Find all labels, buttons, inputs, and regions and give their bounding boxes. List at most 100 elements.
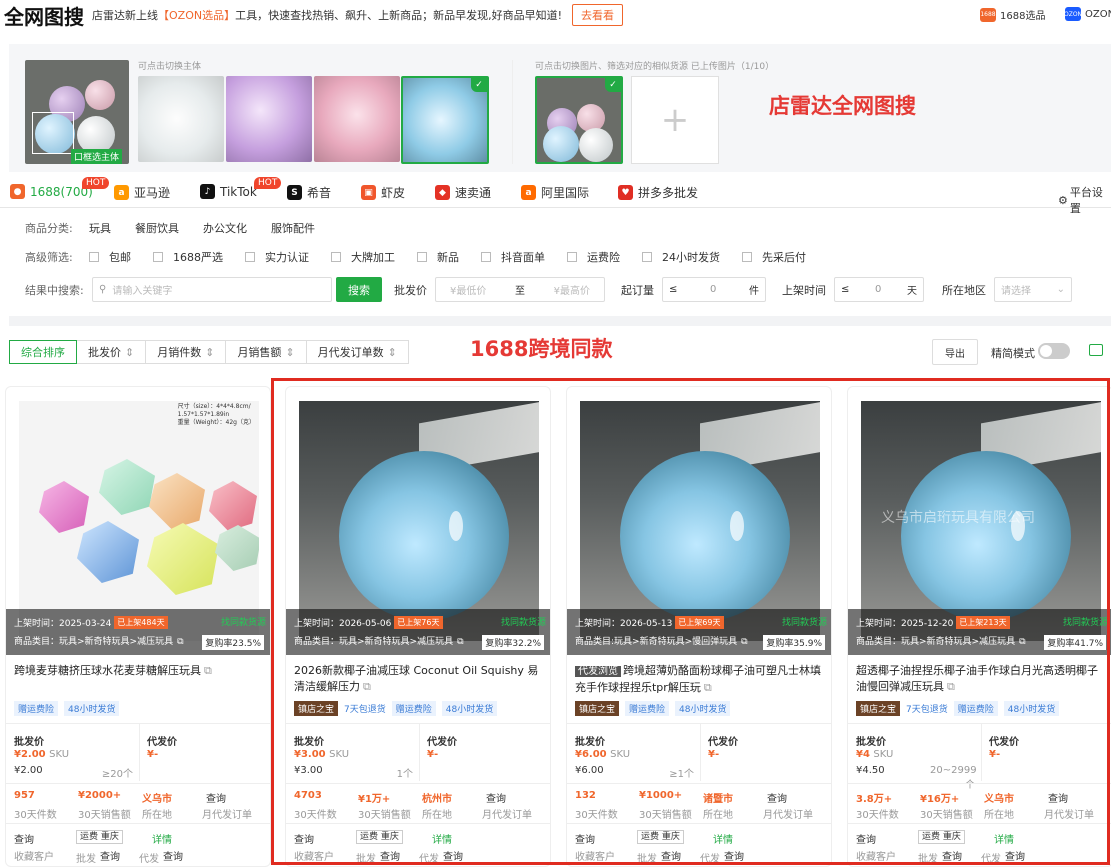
subject-option-3[interactable] [314, 76, 400, 162]
category-kitchen[interactable]: 餐厨饮具 [135, 220, 179, 236]
go-see-button[interactable]: 去看看 [572, 4, 623, 26]
search-button[interactable]: 搜索 [336, 277, 382, 302]
list-op: ≤ [841, 284, 850, 295]
price-to: 至 [515, 286, 525, 297]
moq-value[interactable]: 0 [710, 284, 716, 295]
sort-label: 批发价 [88, 346, 121, 359]
price-range-input[interactable]: ¥最低价 至 ¥最高价 [435, 277, 605, 302]
divider [6, 823, 270, 824]
tab-shein[interactable]: S 希音 [287, 184, 331, 201]
query-button[interactable]: 查询 [100, 848, 120, 863]
checkbox[interactable] [642, 252, 652, 262]
query-button[interactable]: 查询 [163, 848, 183, 863]
sort-dropship-orders[interactable]: 月代发订单数 ⇕ [305, 340, 409, 364]
simple-mode-toggle[interactable] [1038, 343, 1070, 359]
filter-new[interactable]: 新品 [417, 249, 459, 265]
ext-1688-link[interactable]: 1688 1688选品 [980, 7, 1045, 22]
chk-label: 包邮 [109, 251, 131, 264]
price-min[interactable]: ¥最低价 [450, 282, 486, 297]
sort-monthly-sales[interactable]: 月销售额 ⇕ [225, 340, 307, 364]
category-accessories[interactable]: 服饰配件 [271, 220, 315, 236]
filter-24h[interactable]: 24小时发货 [642, 249, 720, 265]
subject-option-4-selected[interactable]: ✓ [401, 76, 489, 164]
sort-arrows-icon: ⇕ [205, 345, 215, 359]
chk-label: 实力认证 [265, 251, 309, 264]
sort-monthly-units[interactable]: 月销件数 ⇕ [145, 340, 227, 364]
product-card[interactable]: 尺寸（size）：4*4*4.8cm/1.57*1.57*1.89in 重量（We… [5, 386, 271, 867]
plus-icon: + [660, 100, 690, 140]
amazon-icon: a [114, 185, 129, 200]
checkbox[interactable] [567, 252, 577, 262]
find-same-link[interactable]: 找同款货源 [221, 615, 266, 628]
product-overlay: 上架时间：2025-03-24 已上架484天 找同款货源 商品类目：玩具>新奇特… [6, 609, 270, 655]
shipping-region-input[interactable]: 运费 重庆 [76, 830, 123, 844]
repurchase-rate: 复购率23.5% [202, 635, 264, 650]
age-badge: 已上架484天 [114, 616, 168, 629]
category-office[interactable]: 办公文化 [203, 220, 247, 236]
sort-price[interactable]: 批发价 ⇕ [76, 340, 147, 364]
platform-settings-button[interactable]: ⚙ 平台设置 [1058, 184, 1111, 216]
export-button[interactable]: 导出 [932, 339, 978, 365]
selector-title: 店雷达全网图搜 [769, 94, 916, 118]
subject-option-1[interactable] [138, 76, 224, 162]
filter-pay-later[interactable]: 先采后付 [742, 249, 806, 265]
divider [139, 723, 140, 781]
checkbox[interactable] [89, 252, 99, 262]
uploaded-image-1[interactable]: ✓ [535, 76, 623, 164]
category-toys[interactable]: 玩具 [89, 220, 111, 236]
subject-option-2[interactable] [226, 76, 312, 162]
price-value: ¥2.00 [14, 749, 46, 760]
notice-highlight[interactable]: 【OZON选品】 [158, 9, 235, 22]
tab-1688[interactable]: ● 1688(700) [10, 184, 93, 199]
notice-text: 店雷达新上线【OZON选品】工具，快速查找热销、飙升、上新商品；新品早发现,好商… [92, 7, 562, 23]
list-unit: 天 [906, 286, 917, 297]
tab-tiktok[interactable]: ♪ TikTok [200, 184, 257, 199]
region-select[interactable]: 请选择 ⌄ [994, 277, 1072, 302]
filter-free-shipping[interactable]: 包邮 [89, 249, 131, 265]
moq-input[interactable]: ≤ 0 件 [662, 277, 766, 302]
filter-brand-oem[interactable]: 大牌加工 [331, 249, 395, 265]
list-value[interactable]: 0 [875, 284, 881, 295]
keyword-search-input[interactable]: ⚲ 请输入关键字 [92, 277, 332, 302]
detail-link[interactable]: 详情 [152, 831, 172, 846]
add-image-button[interactable]: + [631, 76, 719, 164]
chk-label: 大牌加工 [351, 251, 395, 264]
chk-label: 运费险 [587, 251, 620, 264]
checkbox[interactable] [742, 252, 752, 262]
query-button[interactable]: 查询 [14, 831, 34, 846]
tab-amazon[interactable]: a 亚马逊 [114, 184, 170, 201]
image-view-icon[interactable] [1089, 344, 1103, 356]
sort-default[interactable]: 综合排序 [9, 340, 77, 364]
checkbox[interactable] [153, 252, 163, 262]
checkbox[interactable] [417, 252, 427, 262]
dropship-price: ¥- [147, 749, 159, 760]
source-image-thumb[interactable]: 口框选主体 [25, 60, 129, 164]
filter-verified[interactable]: 实力认证 [245, 249, 309, 265]
section-gap [9, 316, 1111, 326]
query-button[interactable]: 查询 [206, 790, 226, 805]
tab-aliexpress[interactable]: ◆ 速卖通 [435, 184, 491, 201]
filter-douyin[interactable]: 抖音面单 [481, 249, 545, 265]
tab-label: 虾皮 [381, 186, 406, 200]
price-max[interactable]: ¥最高价 [554, 282, 590, 297]
chevron-down-icon: ⌄ [1056, 284, 1065, 295]
tab-alibaba[interactable]: a 阿里国际 [521, 184, 589, 201]
list-time-input[interactable]: ≤ 0 天 [834, 277, 924, 302]
frame-subject-label[interactable]: 口框选主体 [71, 149, 123, 164]
location-label: 所在地 [142, 810, 172, 821]
filter-1688-select[interactable]: 1688严选 [153, 249, 223, 265]
copy-icon[interactable]: ⧉ [204, 664, 212, 677]
filter-freight-insurance[interactable]: 运费险 [567, 249, 620, 265]
search-label: 结果中搜索: [25, 283, 84, 297]
check-icon: ✓ [471, 78, 487, 92]
checkbox[interactable] [245, 252, 255, 262]
product-image[interactable]: 尺寸（size）：4*4*4.8cm/1.57*1.57*1.89in 重量（We… [19, 401, 259, 641]
product-title[interactable]: 跨境麦芽糖挤压球水花麦芽糖解压玩具 ⧉ [14, 663, 266, 679]
checkbox[interactable] [331, 252, 341, 262]
tab-shopee[interactable]: ▣ 虾皮 [361, 184, 405, 201]
copy-icon[interactable]: ⧉ [177, 637, 183, 647]
ext-ozon-link[interactable]: OZON OZON [1064, 7, 1111, 21]
chk-label: 24小时发货 [662, 251, 720, 264]
tab-pinduoduo[interactable]: ♥ 拼多多批发 [618, 184, 698, 201]
checkbox[interactable] [481, 252, 491, 262]
